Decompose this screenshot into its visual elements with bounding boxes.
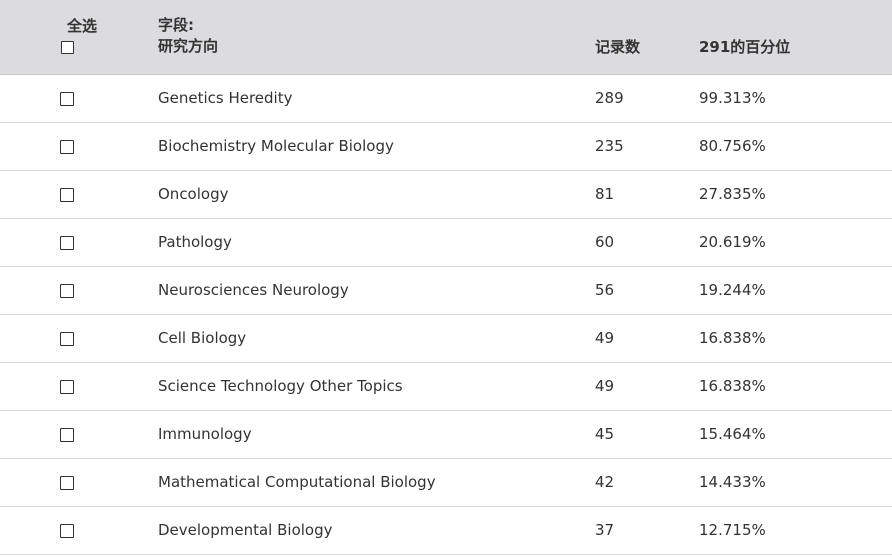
- table-row: Mathematical Computational Biology 42 14…: [0, 459, 892, 507]
- row-checkbox[interactable]: [60, 284, 74, 298]
- record-count: 81: [595, 185, 615, 203]
- research-area-name: Cell Biology: [158, 329, 247, 347]
- record-count: 60: [595, 233, 615, 251]
- percent-value: 12.715%: [699, 521, 766, 539]
- record-count: 37: [595, 521, 615, 539]
- percent-value: 20.619%: [699, 233, 766, 251]
- percent-value: 27.835%: [699, 185, 766, 203]
- research-area-name: Pathology: [158, 233, 232, 251]
- percent-value: 15.464%: [699, 425, 766, 443]
- results-table: 全选 字段: 研究方向 记录数 291的百分位 Genetics Heredit…: [0, 0, 892, 555]
- row-checkbox[interactable]: [60, 236, 74, 250]
- row-checkbox[interactable]: [60, 380, 74, 394]
- research-area-name: Oncology: [158, 185, 229, 203]
- row-checkbox[interactable]: [60, 332, 74, 346]
- field-header-label: 字段:: [158, 16, 194, 34]
- percent-value: 80.756%: [699, 137, 766, 155]
- record-count: 289: [595, 89, 624, 107]
- field-header-value: 研究方向: [158, 37, 219, 55]
- table-header: 全选 字段: 研究方向 记录数 291的百分位: [0, 0, 892, 75]
- percent-value: 19.244%: [699, 281, 766, 299]
- research-area-name: Genetics Heredity: [158, 89, 293, 107]
- record-count: 235: [595, 137, 624, 155]
- table-row: Science Technology Other Topics 49 16.83…: [0, 363, 892, 411]
- field-header: 字段: 研究方向: [158, 15, 218, 57]
- research-area-name: Immunology: [158, 425, 252, 443]
- record-count: 49: [595, 329, 615, 347]
- select-all-label: 全选: [67, 17, 98, 35]
- research-area-name: Biochemistry Molecular Biology: [158, 137, 394, 155]
- research-area-name: Neurosciences Neurology: [158, 281, 349, 299]
- record-count-header: 记录数: [595, 38, 641, 56]
- table-row: Genetics Heredity 289 99.313%: [0, 75, 892, 123]
- percent-header: 291的百分位: [699, 38, 791, 56]
- percent-value: 99.313%: [699, 89, 766, 107]
- percent-value: 16.838%: [699, 377, 766, 395]
- record-count: 42: [595, 473, 615, 491]
- row-checkbox[interactable]: [60, 92, 74, 106]
- row-checkbox[interactable]: [60, 188, 74, 202]
- record-count: 56: [595, 281, 615, 299]
- row-checkbox[interactable]: [60, 140, 74, 154]
- row-checkbox[interactable]: [60, 428, 74, 442]
- table-row: Neurosciences Neurology 56 19.244%: [0, 267, 892, 315]
- row-checkbox[interactable]: [60, 476, 74, 490]
- table-row: Biochemistry Molecular Biology 235 80.75…: [0, 123, 892, 171]
- percent-value: 14.433%: [699, 473, 766, 491]
- row-checkbox[interactable]: [60, 524, 74, 538]
- table-row: Pathology 60 20.619%: [0, 219, 892, 267]
- research-area-name: Science Technology Other Topics: [158, 377, 403, 395]
- table-row: Cell Biology 49 16.838%: [0, 315, 892, 363]
- table-row: Immunology 45 15.464%: [0, 411, 892, 459]
- table-row: Developmental Biology 37 12.715%: [0, 507, 892, 555]
- table-row: Oncology 81 27.835%: [0, 171, 892, 219]
- record-count: 49: [595, 377, 615, 395]
- select-all-checkbox[interactable]: [61, 41, 74, 54]
- research-area-name: Developmental Biology: [158, 521, 333, 539]
- percent-value: 16.838%: [699, 329, 766, 347]
- record-count: 45: [595, 425, 615, 443]
- research-area-name: Mathematical Computational Biology: [158, 473, 436, 491]
